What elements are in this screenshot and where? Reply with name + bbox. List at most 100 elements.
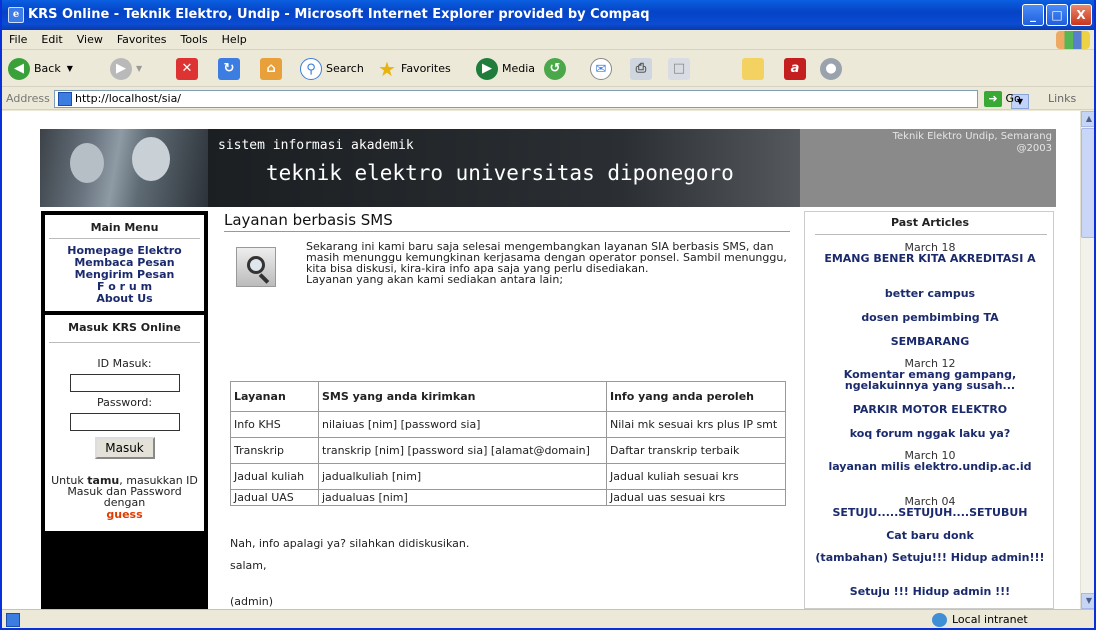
page-viewport: sistem informasi akademik teknik elektro… bbox=[2, 111, 1080, 609]
article-item[interactable]: better campus bbox=[805, 288, 1055, 299]
main-content: Layanan berbasis SMS Sekarang ini kami b… bbox=[220, 211, 792, 609]
scroll-thumb[interactable] bbox=[1081, 128, 1094, 238]
home-button[interactable]: ⌂ bbox=[260, 56, 282, 82]
links-button[interactable]: Links bbox=[1048, 88, 1076, 110]
table-cell: Jadual kuliah sesuai krs bbox=[606, 463, 786, 490]
forward-button[interactable]: ▶ ▼ bbox=[110, 56, 142, 82]
banner-photo bbox=[40, 129, 208, 207]
print-button[interactable]: ⎙ bbox=[630, 56, 652, 82]
discuss-button[interactable] bbox=[742, 56, 764, 82]
article-title[interactable]: SETUJU.....SETUJUH....SETUBUH bbox=[805, 507, 1055, 518]
table-cell: Jadual UAS bbox=[230, 489, 319, 506]
article-title[interactable]: (tambahan) Setuju!!! Hidup admin!!! bbox=[805, 552, 1055, 563]
go-button[interactable]: ➜ Go bbox=[984, 89, 1021, 109]
article-item[interactable]: March 10 layanan milis elektro.undip.ac.i… bbox=[805, 450, 1055, 472]
scroll-down-icon[interactable]: ▼ bbox=[1081, 593, 1094, 609]
guest-note: Untuk tamu, masukkan ID Masuk dan Passwo… bbox=[45, 475, 204, 508]
article-item[interactable]: March 04 SETUJU.....SETUJUH....SETUBUH bbox=[805, 496, 1055, 518]
history-button[interactable]: ↺ bbox=[544, 56, 566, 82]
messenger-button[interactable]: a bbox=[784, 56, 806, 82]
title-divider bbox=[224, 231, 790, 232]
media-label: Media bbox=[502, 62, 536, 75]
back-button[interactable]: ◀ Back ▼ bbox=[8, 56, 73, 82]
article-title[interactable]: better campus bbox=[805, 288, 1055, 299]
table-cell: Nilai mk sesuai krs plus IP smt bbox=[606, 411, 786, 438]
menu-tools[interactable]: Tools bbox=[174, 30, 215, 50]
article-title[interactable]: Cat baru donk bbox=[805, 530, 1055, 541]
maximize-button[interactable]: □ bbox=[1046, 4, 1068, 26]
minimize-button[interactable]: _ bbox=[1022, 4, 1044, 26]
login-title: Masuk KRS Online bbox=[49, 315, 200, 343]
article-item[interactable]: PARKIR MOTOR ELEKTRO bbox=[805, 404, 1055, 415]
menu-edit[interactable]: Edit bbox=[34, 30, 69, 50]
article-item[interactable]: Setuju !!! Hidup admin !!! bbox=[805, 586, 1055, 597]
col-header-sms: SMS yang anda kirimkan bbox=[318, 381, 607, 412]
id-label: ID Masuk: bbox=[97, 357, 152, 370]
login-box: Masuk KRS Online ID Masuk: Password: Mas… bbox=[45, 315, 204, 531]
search-label: Search bbox=[326, 62, 364, 75]
article-item[interactable]: March 18 EMANG BENER KITA AKREDITASI A bbox=[805, 242, 1055, 264]
address-label: Address bbox=[6, 92, 50, 105]
article-item[interactable]: (tambahan) Setuju!!! Hidup admin!!! bbox=[805, 552, 1055, 563]
menu-help[interactable]: Help bbox=[215, 30, 254, 50]
address-input[interactable]: http://localhost/sia/ ▼ bbox=[54, 90, 1029, 109]
id-input[interactable] bbox=[69, 374, 180, 392]
table-cell: Transkrip bbox=[230, 437, 319, 464]
article-title[interactable]: layanan milis elektro.undip.ac.id bbox=[805, 461, 1055, 472]
article-item[interactable]: Cat baru donk bbox=[805, 530, 1055, 541]
research-button[interactable]: ● bbox=[820, 56, 842, 82]
article-title[interactable]: Komentar emang gampang, ngelakuinnya yan… bbox=[805, 369, 1055, 391]
table-cell: Jadual uas sesuai krs bbox=[606, 489, 786, 506]
menu-bar: File Edit View Favorites Tools Help bbox=[2, 30, 1094, 50]
address-bar: Address http://localhost/sia/ ▼ ➜ Go Lin… bbox=[2, 88, 1094, 110]
menu-file[interactable]: File bbox=[2, 30, 34, 50]
password-input[interactable] bbox=[69, 413, 180, 431]
vertical-scrollbar[interactable]: ▲ ▼ bbox=[1080, 111, 1094, 609]
intro-list-lead: Layanan yang akan kami sediakan antara l… bbox=[306, 273, 564, 286]
favorites-label: Favorites bbox=[401, 62, 451, 75]
menu-favorites[interactable]: Favorites bbox=[110, 30, 174, 50]
table-row: Jadual kuliah jadualkuliah [nim] Jadual … bbox=[230, 463, 786, 490]
menu-link-about[interactable]: About Us bbox=[45, 293, 204, 305]
banner-credit-line1: Teknik Elektro Undip, Semarang bbox=[892, 131, 1052, 142]
address-url: http://localhost/sia/ bbox=[75, 92, 182, 105]
article-title[interactable]: koq forum nggak laku ya? bbox=[805, 428, 1055, 439]
main-menu-links: Homepage Elektro Membaca Pesan Mengirim … bbox=[45, 239, 204, 305]
scroll-up-icon[interactable]: ▲ bbox=[1081, 111, 1094, 127]
article-title[interactable]: SEMBARANG bbox=[805, 336, 1055, 347]
search-icon: ⚲ bbox=[300, 58, 322, 80]
article-item[interactable]: dosen pembimbing TA bbox=[805, 312, 1055, 323]
media-button[interactable]: ▶ Media bbox=[476, 56, 535, 82]
title-bar: e KRS Online - Teknik Elektro, Undip - M… bbox=[2, 0, 1094, 30]
password-label: Password: bbox=[96, 396, 153, 409]
article-title[interactable]: EMANG BENER KITA AKREDITASI A bbox=[805, 253, 1055, 264]
stop-button[interactable]: ✕ bbox=[176, 56, 198, 82]
window-title: KRS Online - Teknik Elektro, Undip - Mic… bbox=[28, 7, 650, 22]
article-title[interactable]: dosen pembimbing TA bbox=[805, 312, 1055, 323]
mail-button[interactable]: ✉ bbox=[590, 56, 612, 82]
refresh-button[interactable]: ↻ bbox=[218, 56, 240, 82]
go-arrow-icon: ➜ bbox=[984, 91, 1002, 107]
page-title: Layanan berbasis SMS bbox=[224, 211, 393, 229]
favorites-button[interactable]: ★ Favorites bbox=[376, 56, 451, 82]
close-button[interactable]: X bbox=[1070, 4, 1092, 26]
history-icon: ↺ bbox=[544, 58, 566, 80]
table-header-row: Layanan SMS yang anda kirimkan Info yang… bbox=[230, 381, 786, 412]
zone-label: Local intranet bbox=[952, 613, 1028, 626]
refresh-icon: ↻ bbox=[218, 58, 240, 80]
login-button[interactable]: Masuk bbox=[94, 437, 155, 459]
edit-button[interactable]: □ bbox=[668, 56, 690, 82]
search-button[interactable]: ⚲ Search bbox=[300, 56, 364, 82]
menu-view[interactable]: View bbox=[70, 30, 110, 50]
article-item[interactable]: SEMBARANG bbox=[805, 336, 1055, 347]
media-icon: ▶ bbox=[476, 58, 498, 80]
article-item[interactable]: koq forum nggak laku ya? bbox=[805, 428, 1055, 439]
table-cell: Jadual kuliah bbox=[230, 463, 319, 490]
article-title[interactable]: Setuju !!! Hidup admin !!! bbox=[805, 586, 1055, 597]
article-item[interactable]: March 12 Komentar emang gampang, ngelakui… bbox=[805, 358, 1055, 391]
table-row: Info KHS nilaiuas [nim] [password sia] N… bbox=[230, 411, 786, 438]
chevron-down-icon: ▼ bbox=[136, 64, 143, 73]
article-title[interactable]: PARKIR MOTOR ELEKTRO bbox=[805, 404, 1055, 415]
table-cell: jadualkuliah [nim] bbox=[318, 463, 607, 490]
star-icon: ★ bbox=[378, 57, 396, 81]
